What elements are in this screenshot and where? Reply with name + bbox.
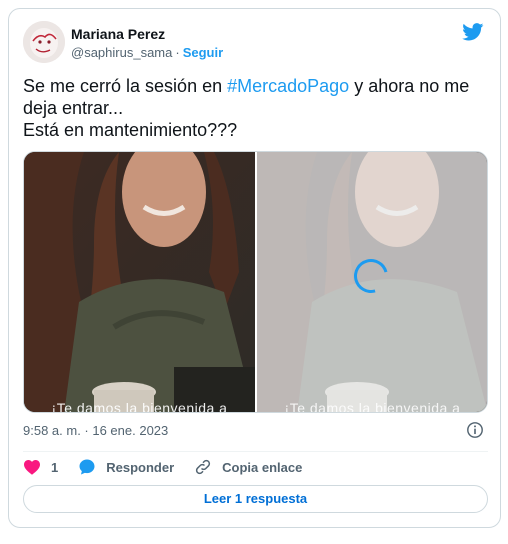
divider bbox=[23, 451, 488, 452]
read-replies-button[interactable]: Leer 1 respuesta bbox=[23, 485, 488, 513]
tweet-media[interactable]: ¡Te damos la bienvenida a ¡Te damos la b… bbox=[23, 151, 488, 413]
follow-link[interactable]: Seguir bbox=[183, 45, 223, 60]
link-icon bbox=[196, 459, 211, 475]
reply-bubble-icon bbox=[79, 459, 95, 475]
tweet-text-part: Se me cerró la sesión en bbox=[23, 76, 228, 96]
copy-link-button[interactable]: Copia enlace bbox=[194, 458, 302, 476]
photo-woman-coffee bbox=[24, 152, 255, 412]
copy-link-label: Copia enlace bbox=[222, 459, 303, 475]
media-caption-left: ¡Te damos la bienvenida a bbox=[51, 400, 228, 413]
author-handle-row: @saphirus_sama · Seguir bbox=[71, 45, 223, 60]
separator-dot: · bbox=[175, 45, 180, 60]
tweet-line-1: Se me cerró la sesión en #MercadoPago y … bbox=[23, 75, 483, 119]
twitter-bird-icon[interactable] bbox=[462, 23, 484, 41]
tweet-line-2: Está en mantenimiento??? bbox=[23, 120, 238, 140]
author-handle[interactable]: @saphirus_sama bbox=[71, 45, 172, 60]
reply-label: Responder bbox=[106, 459, 175, 475]
tweet-card: Mariana Perez @saphirus_sama · Seguir Se m… bbox=[8, 8, 501, 528]
like-count: 1 bbox=[51, 459, 59, 475]
like-button[interactable]: 1 bbox=[23, 459, 58, 475]
tweet-text: Se me cerró la sesión en #MercadoPago y … bbox=[23, 75, 483, 141]
media-caption-right: ¡Te damos la bienvenida a bbox=[284, 400, 461, 413]
author-name[interactable]: Mariana Perez bbox=[71, 26, 165, 42]
reply-button[interactable]: Responder bbox=[78, 458, 174, 476]
media-frame-right[interactable]: ¡Te damos la bienvenida a bbox=[257, 152, 487, 413]
tweet-timestamp[interactable]: 9:58 a. m. · 16 ene. 2023 bbox=[23, 423, 168, 438]
heart-icon bbox=[24, 459, 40, 475]
info-icon[interactable] bbox=[466, 421, 484, 439]
action-bar: 1 Responder Copia enlace bbox=[23, 457, 322, 477]
media-frame-left[interactable]: ¡Te damos la bienvenida a bbox=[24, 152, 255, 413]
avatar[interactable] bbox=[23, 21, 65, 63]
hashtag-link[interactable]: #MercadoPago bbox=[227, 76, 349, 96]
